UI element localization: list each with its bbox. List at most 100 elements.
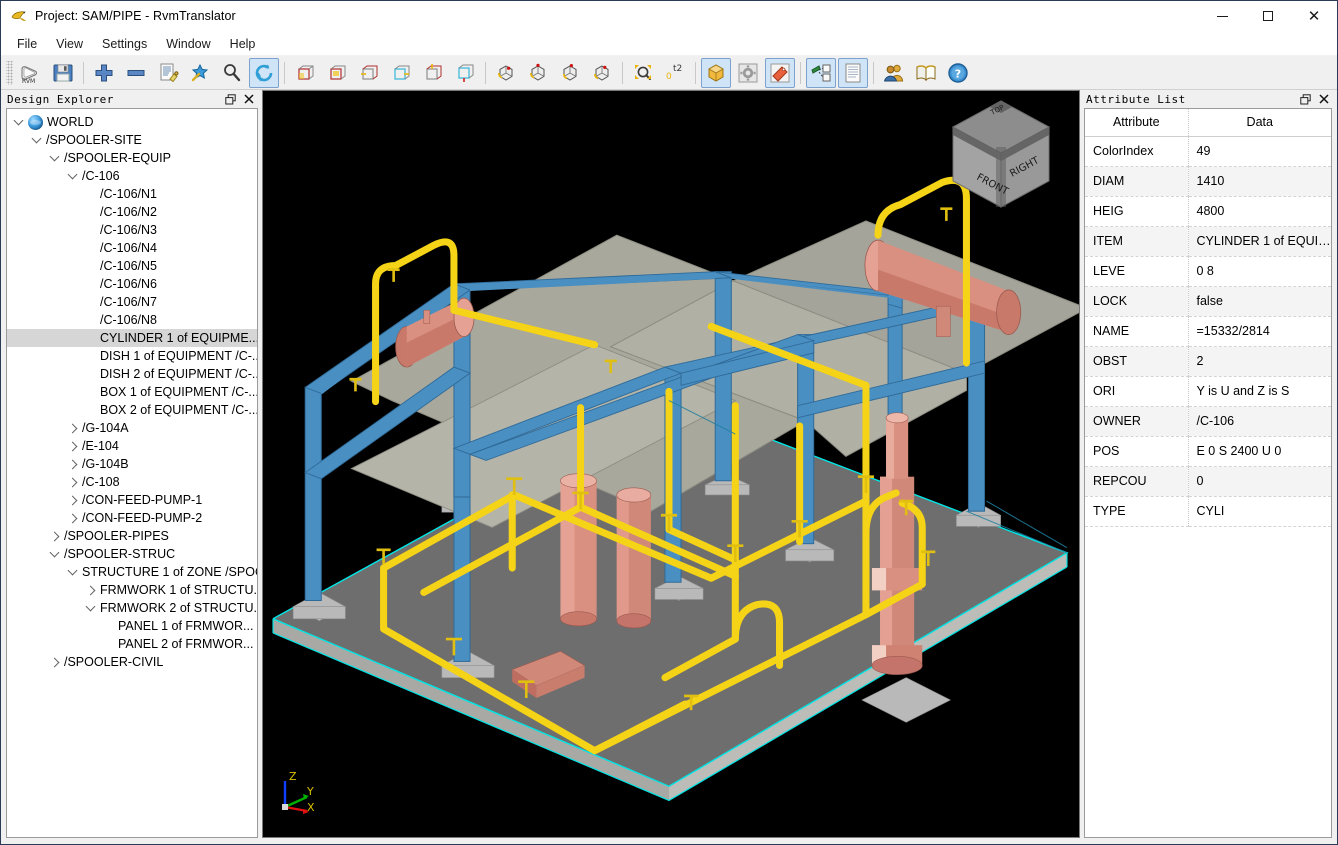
tree-node[interactable]: /C-108 — [7, 473, 257, 491]
tree-node[interactable]: BOX 2 of EQUIPMENT /C-... — [7, 401, 257, 419]
attribute-row[interactable]: ORI Y is U and Z is S — [1085, 376, 1331, 407]
design-explorer-tree[interactable]: WORLD/SPOOLER-SITE/SPOOLER-EQUIP/C-106/C… — [7, 109, 257, 671]
tree-node[interactable]: /E-104 — [7, 437, 257, 455]
minimize-button[interactable] — [1199, 1, 1245, 32]
tree-node[interactable]: /G-104B — [7, 455, 257, 473]
attribute-row[interactable]: TYPE CYLI — [1085, 496, 1331, 527]
attribute-row[interactable]: ITEMCYLINDER 1 of EQUIPME... — [1085, 226, 1331, 257]
chevron-down-icon[interactable] — [29, 131, 46, 149]
zoom-fit-icon[interactable] — [628, 58, 658, 88]
close-button[interactable]: ✕ — [1291, 1, 1337, 32]
chevron-down-icon[interactable] — [11, 113, 28, 131]
view-iso-3-icon[interactable] — [354, 58, 384, 88]
tree-node[interactable]: /C-106/N4 — [7, 239, 257, 257]
tree-node[interactable]: /SPOOLER-PIPES — [7, 527, 257, 545]
tree-node[interactable]: DISH 1 of EQUIPMENT /C-... — [7, 347, 257, 365]
attribute-row[interactable]: ColorIndex 49 — [1085, 136, 1331, 167]
chevron-right-icon[interactable] — [47, 527, 64, 545]
tree-node[interactable]: STRUCTURE 1 of ZONE /SPOO... — [7, 563, 257, 581]
3d-model-viewport[interactable]: FRONT RIGHT TOP Z Y X — [262, 90, 1080, 838]
attribute-list-float-button[interactable] — [1299, 93, 1311, 105]
open-rvm-icon[interactable]: RVM — [16, 58, 46, 88]
manual-book-icon[interactable] — [911, 58, 941, 88]
menu-help[interactable]: Help — [221, 34, 265, 54]
chevron-down-icon[interactable] — [65, 167, 82, 185]
tree-node[interactable]: /SPOOLER-STRUC — [7, 545, 257, 563]
users-icon[interactable] — [879, 58, 909, 88]
attribute-row[interactable]: LOCK false — [1085, 286, 1331, 317]
menu-view[interactable]: View — [47, 34, 92, 54]
chevron-down-icon[interactable] — [65, 563, 82, 581]
refresh-icon[interactable] — [249, 57, 279, 88]
view-iso-6-icon[interactable] — [450, 58, 480, 88]
design-explorer-close-button[interactable] — [243, 93, 255, 105]
chevron-right-icon[interactable] — [47, 653, 64, 671]
tree-node[interactable]: CYLINDER 1 of EQUIPME... — [7, 329, 257, 347]
tree-node[interactable]: BOX 1 of EQUIPMENT /C-... — [7, 383, 257, 401]
magic-wand-icon[interactable] — [185, 58, 215, 88]
plus-icon[interactable] — [89, 58, 119, 88]
attribute-row[interactable]: REPCOU 0 — [1085, 466, 1331, 497]
chevron-right-icon[interactable] — [65, 509, 82, 527]
attribute-row[interactable]: POS E 0 S 2400 U 0 — [1085, 436, 1331, 467]
tree-node[interactable]: PANEL 1 of FRMWOR... — [7, 617, 257, 635]
tree-node[interactable]: /C-106/N5 — [7, 257, 257, 275]
chevron-right-icon[interactable] — [65, 491, 82, 509]
attribute-row[interactable]: DIAM 1410 — [1085, 166, 1331, 197]
view-iso-2-icon[interactable] — [322, 58, 352, 88]
rotate-cube-left-icon[interactable] — [491, 58, 521, 88]
tree-node[interactable]: DISH 2 of EQUIPMENT /C-... — [7, 365, 257, 383]
report-icon[interactable] — [153, 58, 183, 88]
settings-gear-icon[interactable] — [733, 58, 763, 88]
tag-icon[interactable] — [765, 57, 795, 88]
rotate-cube-up-icon[interactable] — [523, 58, 553, 88]
tree-node[interactable]: /C-106/N8 — [7, 311, 257, 329]
menu-settings[interactable]: Settings — [93, 34, 156, 54]
help-icon[interactable]: ? — [943, 58, 973, 88]
attribute-row[interactable]: LEVE 0 8 — [1085, 256, 1331, 287]
attribute-row[interactable]: NAME =15332/2814 — [1085, 316, 1331, 347]
chevron-down-icon[interactable] — [83, 599, 100, 617]
chevron-right-icon[interactable] — [65, 437, 82, 455]
view-navigation-cube[interactable]: FRONT RIGHT TOP — [946, 95, 1056, 215]
tree-node[interactable]: /CON-FEED-PUMP-1 — [7, 491, 257, 509]
menu-file[interactable]: File — [8, 34, 46, 54]
chevron-right-icon[interactable] — [65, 419, 82, 437]
maximize-button[interactable] — [1245, 1, 1291, 32]
chevron-down-icon[interactable] — [47, 149, 64, 167]
attribute-row[interactable]: OBST 2 — [1085, 346, 1331, 377]
save-icon[interactable] — [48, 58, 78, 88]
zoom-reset-icon[interactable]: 0 t2 — [660, 58, 690, 88]
tree-node[interactable]: FRMWORK 2 of STRUCTU... — [7, 599, 257, 617]
minus-icon[interactable] — [121, 58, 151, 88]
tree-node[interactable]: /SPOOLER-SITE — [7, 131, 257, 149]
tree-node[interactable]: /C-106/N1 — [7, 185, 257, 203]
tree-node[interactable]: /C-106/N7 — [7, 293, 257, 311]
view-iso-1-icon[interactable] — [290, 58, 320, 88]
document-icon[interactable] — [838, 57, 868, 88]
chevron-down-icon[interactable] — [47, 545, 64, 563]
view-iso-4-icon[interactable] — [386, 58, 416, 88]
chevron-right-icon[interactable] — [65, 473, 82, 491]
view-iso-5-icon[interactable] — [418, 58, 448, 88]
chevron-right-icon[interactable] — [65, 455, 82, 473]
tree-node[interactable]: /C-106/N2 — [7, 203, 257, 221]
tree-node[interactable]: /CON-FEED-PUMP-2 — [7, 509, 257, 527]
attribute-row[interactable]: HEIG 4800 — [1085, 196, 1331, 227]
attribute-list-close-button[interactable] — [1318, 93, 1330, 105]
tree-node[interactable]: WORLD — [7, 113, 257, 131]
tree-node[interactable]: /G-104A — [7, 419, 257, 437]
rotate-cube-right-icon[interactable] — [587, 58, 617, 88]
solid-model-icon[interactable] — [701, 57, 731, 88]
column-header-attribute[interactable]: Attribute — [1085, 109, 1189, 137]
attribute-link-icon[interactable] — [806, 57, 836, 88]
attribute-row[interactable]: OWNER/C-106 — [1085, 406, 1331, 437]
tree-node[interactable]: /SPOOLER-EQUIP — [7, 149, 257, 167]
tree-node[interactable]: PANEL 2 of FRMWOR... — [7, 635, 257, 653]
tree-node[interactable]: /C-106/N6 — [7, 275, 257, 293]
design-explorer-float-button[interactable] — [224, 93, 236, 105]
tree-node[interactable]: /C-106 — [7, 167, 257, 185]
toolbar-grip[interactable] — [6, 60, 13, 85]
column-header-data[interactable]: Data — [1188, 109, 1331, 137]
tree-node[interactable]: FRMWORK 1 of STRUCTU... — [7, 581, 257, 599]
